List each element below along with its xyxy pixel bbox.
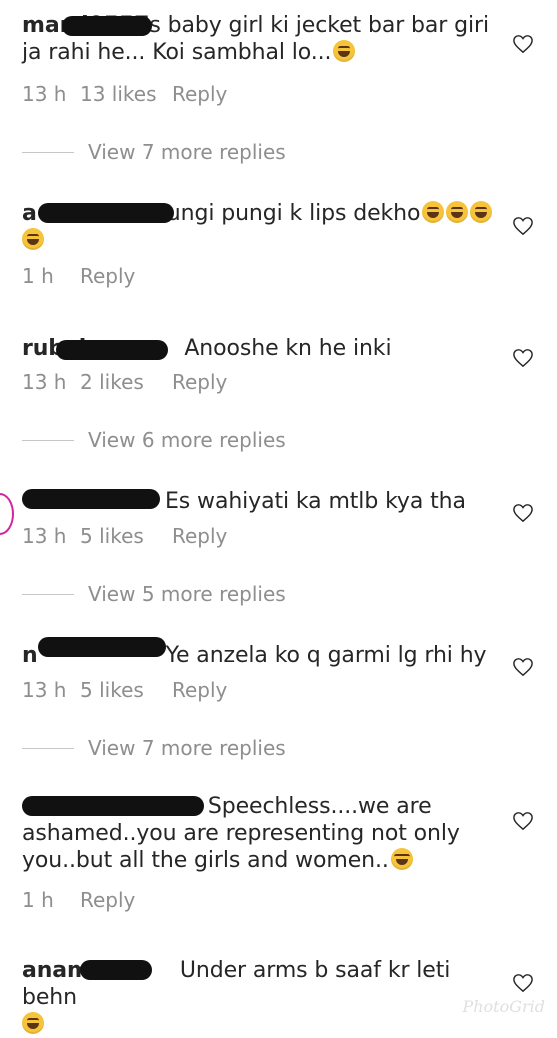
grin-sweat-emoji: [470, 201, 493, 223]
comment-4-text: Es wahiyati ka mtlb kya tha: [165, 489, 466, 514]
comment-4-time: 13 h: [22, 524, 67, 548]
grin-sweat-emoji: [446, 201, 469, 223]
comment-4-reply-button[interactable]: Reply: [172, 524, 227, 548]
story-avatar-ring[interactable]: [0, 493, 14, 535]
grin-sweat-emoji: [422, 201, 445, 223]
comment-5-time: 13 h: [22, 678, 67, 702]
crying-emoji: [390, 848, 413, 870]
divider-line: [22, 439, 74, 441]
heart-outline-icon[interactable]: [512, 348, 534, 368]
heart-outline-icon[interactable]: [512, 811, 534, 831]
redaction-bar: [38, 203, 174, 223]
comment-4-meta: 13 h 5 likes Reply: [22, 524, 227, 548]
comment-1-reply-button[interactable]: Reply: [172, 82, 227, 106]
comment-5-view-more-replies[interactable]: View 7 more replies: [22, 736, 286, 760]
comment-3-time: 13 h: [22, 370, 67, 394]
comment-2-text: lungi pungi k lips dekho: [160, 201, 421, 226]
comment-3-text: Anooshe kn he inki: [184, 336, 392, 361]
heart-outline-icon[interactable]: [512, 216, 534, 236]
comment-5-reply-button[interactable]: Reply: [172, 678, 227, 702]
comment-4-likes[interactable]: 5 likes: [80, 524, 172, 548]
comment-6-meta: 1 h Reply: [22, 888, 135, 912]
redaction-bar: [80, 960, 152, 980]
comment-3-reply-button[interactable]: Reply: [172, 370, 227, 394]
comment-6-reply-button[interactable]: Reply: [80, 888, 135, 912]
heart-outline-icon[interactable]: [512, 503, 534, 523]
divider-line: [22, 151, 74, 153]
comment-5-text: Ye anzela ko q garmi lg rhi hy: [165, 643, 487, 668]
grin-sweat-emoji: [22, 1012, 44, 1034]
view-more-replies-label[interactable]: View 7 more replies: [88, 140, 286, 164]
comment-4-view-more-replies[interactable]: View 5 more replies: [22, 582, 286, 606]
heart-outline-icon[interactable]: [512, 657, 534, 677]
view-more-replies-label[interactable]: View 7 more replies: [88, 736, 286, 760]
view-more-replies-label[interactable]: View 6 more replies: [88, 428, 286, 452]
redaction-bar: [38, 637, 166, 657]
redaction-bar: [56, 340, 168, 360]
comment-2-username[interactable]: a: [22, 201, 37, 226]
comment-3-likes[interactable]: 2 likes: [80, 370, 172, 394]
comment-3-meta: 13 h 2 likes Reply: [22, 370, 227, 394]
redaction-bar: [62, 16, 152, 36]
grin-sweat-emoji: [333, 40, 356, 62]
comment-5-likes[interactable]: 5 likes: [80, 678, 172, 702]
comment-3-view-more-replies[interactable]: View 6 more replies: [22, 428, 286, 452]
comment-1-time: 13 h: [22, 82, 67, 106]
redaction-bar: [22, 489, 160, 509]
view-more-replies-label[interactable]: View 5 more replies: [88, 582, 286, 606]
comment-6-time: 1 h: [22, 888, 54, 912]
comment-2-time: 1 h: [22, 264, 54, 288]
heart-outline-icon[interactable]: [512, 34, 534, 54]
heart-outline-icon[interactable]: [512, 973, 534, 993]
watermark-logo: PhotoGrid: [462, 997, 545, 1016]
divider-line: [22, 747, 74, 749]
comment-2-reply-button[interactable]: Reply: [80, 264, 135, 288]
comment-1-likes[interactable]: 13 likes: [80, 82, 172, 106]
grin-sweat-emoji: [22, 228, 44, 250]
comment-2-meta: 1 h Reply: [22, 264, 135, 288]
comment-1-view-more-replies[interactable]: View 7 more replies: [22, 140, 286, 164]
comment-1-meta: 13 h 13 likes Reply: [22, 82, 227, 106]
divider-line: [22, 593, 74, 595]
redaction-bar: [22, 796, 204, 816]
comment-5-meta: 13 h 5 likes Reply: [22, 678, 227, 702]
comment-5-username[interactable]: n: [22, 643, 38, 668]
